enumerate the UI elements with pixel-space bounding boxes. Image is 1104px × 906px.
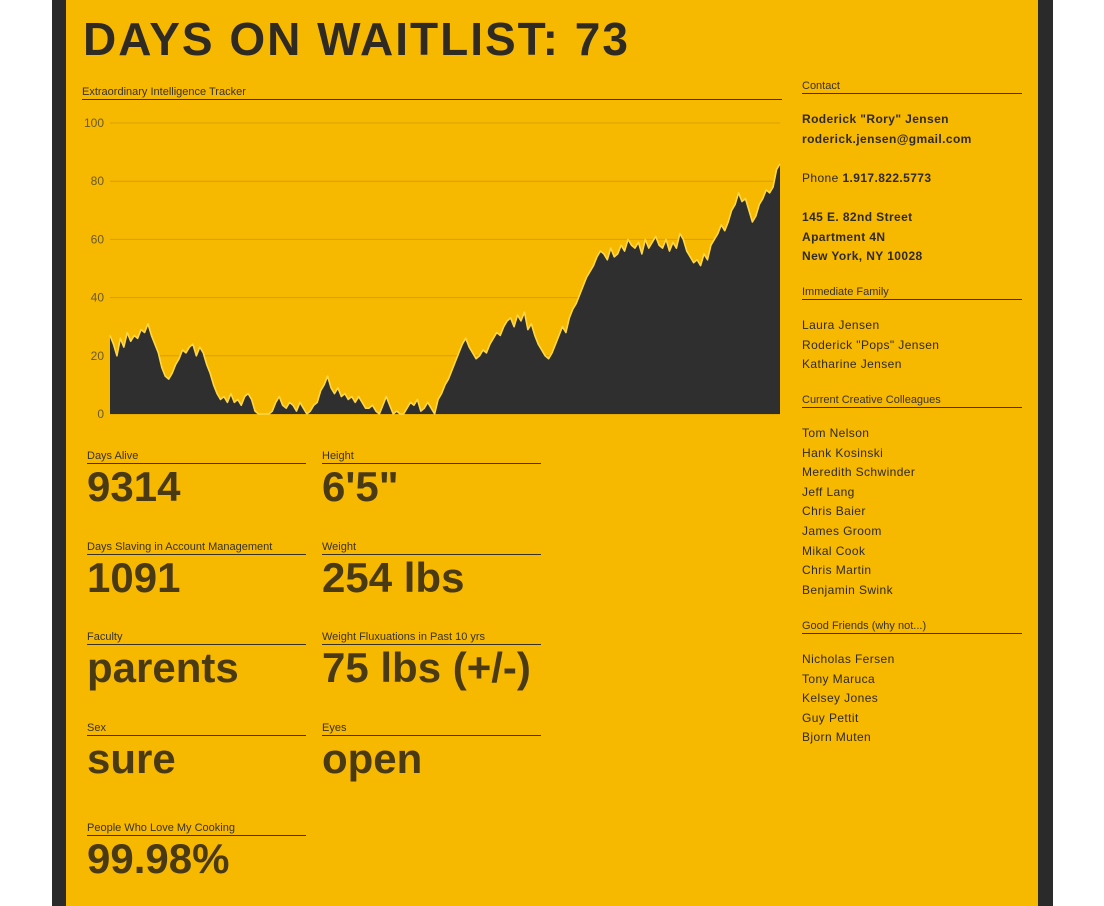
stat-label: Days Slaving in Account Management [87, 541, 306, 555]
stat-label: Eyes [322, 722, 541, 736]
stat-value: parents [87, 644, 239, 691]
stat-value: 254 lbs [322, 554, 465, 601]
family-header: Immediate Family [802, 286, 1022, 300]
stat-height: Height 6'5" [322, 450, 541, 510]
stat-label: Faculty [87, 631, 306, 645]
stat-label: Weight Fluxuations in Past 10 yrs [322, 631, 541, 645]
intelligence-chart: 0 20 40 60 80 100 [84, 116, 781, 421]
stat-faculty: Faculty parents [87, 631, 306, 691]
list-item: Guy Pettit [802, 710, 859, 725]
colleagues-header: Current Creative Colleagues [802, 394, 1022, 408]
list-item: Tony Maruca [802, 671, 876, 686]
y-tick-label: 40 [91, 291, 105, 305]
y-tick-label: 100 [84, 116, 104, 130]
friends-header: Good Friends (why not...) [802, 620, 1022, 634]
y-tick-label: 20 [91, 349, 105, 363]
list-item: James Groom [802, 523, 882, 538]
stat-value: sure [87, 735, 176, 782]
stat-sex: Sex sure [87, 722, 306, 782]
list-item: Benjamin Swink [802, 582, 893, 597]
stat-cooking: People Who Love My Cooking 99.98% [87, 822, 306, 882]
list-item: Roderick "Pops" Jensen [802, 337, 940, 352]
family-section: Immediate Family Laura Jensen Roderick "… [802, 286, 1022, 375]
stat-value: 75 lbs (+/-) [322, 644, 531, 691]
list-item: Katharine Jensen [802, 357, 902, 372]
list-item: Jeff Lang [802, 484, 855, 499]
stat-weight: Weight 254 lbs [322, 541, 541, 601]
list-item: Meredith Schwinder [802, 465, 916, 480]
list-item: Tom Nelson [802, 426, 870, 440]
list-item: Laura Jensen [802, 318, 880, 332]
list-item: Chris Baier [802, 504, 866, 519]
list-item: Kelsey Jones [802, 691, 879, 706]
stat-eyes: Eyes open [322, 722, 541, 782]
list-item: Mikal Cook [802, 543, 866, 558]
stat-days-alive: Days Alive 9314 [87, 450, 306, 510]
colleagues-section: Current Creative Colleagues Tom Nelson H… [802, 394, 1022, 600]
phone-number: 1.917.822.5773 [842, 170, 932, 185]
list-item: Chris Martin [802, 563, 872, 578]
stat-value: 6'5" [322, 463, 399, 510]
address-line-1: 145 E. 82nd Street [802, 209, 913, 224]
phone-label: Phone [802, 170, 839, 185]
stat-weight-fluctuations: Weight Fluxuations in Past 10 yrs 75 lbs… [322, 631, 541, 691]
address-line-2: Apartment 4N [802, 229, 886, 244]
contact-header: Contact [802, 80, 1022, 94]
list-item: Bjorn Muten [802, 730, 872, 745]
stat-label: Height [322, 450, 541, 464]
y-tick-label: 80 [91, 174, 105, 188]
stat-value: 1091 [87, 554, 181, 601]
page-title: DAYS ON WAITLIST: 73 [83, 13, 630, 65]
chart-title: Extraordinary Intelligence Tracker [82, 86, 782, 100]
address-line-3: New York, NY 10028 [802, 249, 923, 264]
y-tick-label: 60 [91, 232, 105, 246]
contact-section: Contact Roderick "Rory" Jensen roderick.… [802, 80, 1022, 267]
y-tick-label: 0 [97, 407, 104, 421]
contact-email[interactable]: roderick.jensen@gmail.com [802, 130, 1022, 150]
list-item: Nicholas Fersen [802, 652, 895, 666]
stat-value: 99.98% [87, 835, 230, 882]
friends-section: Good Friends (why not...) Nicholas Ferse… [802, 620, 1022, 748]
stat-value: open [322, 735, 423, 782]
list-item: Hank Kosinski [802, 445, 884, 460]
stat-label: People Who Love My Cooking [87, 822, 306, 836]
contact-name: Roderick "Rory" Jensen [802, 112, 949, 126]
stat-value: 9314 [87, 463, 181, 510]
stat-days-slaving: Days Slaving in Account Management 1091 [87, 541, 306, 601]
contact-phone: Phone 1.917.822.5773 [802, 169, 1022, 189]
stat-label: Sex [87, 722, 306, 736]
stat-label: Weight [322, 541, 541, 555]
stat-label: Days Alive [87, 450, 306, 464]
